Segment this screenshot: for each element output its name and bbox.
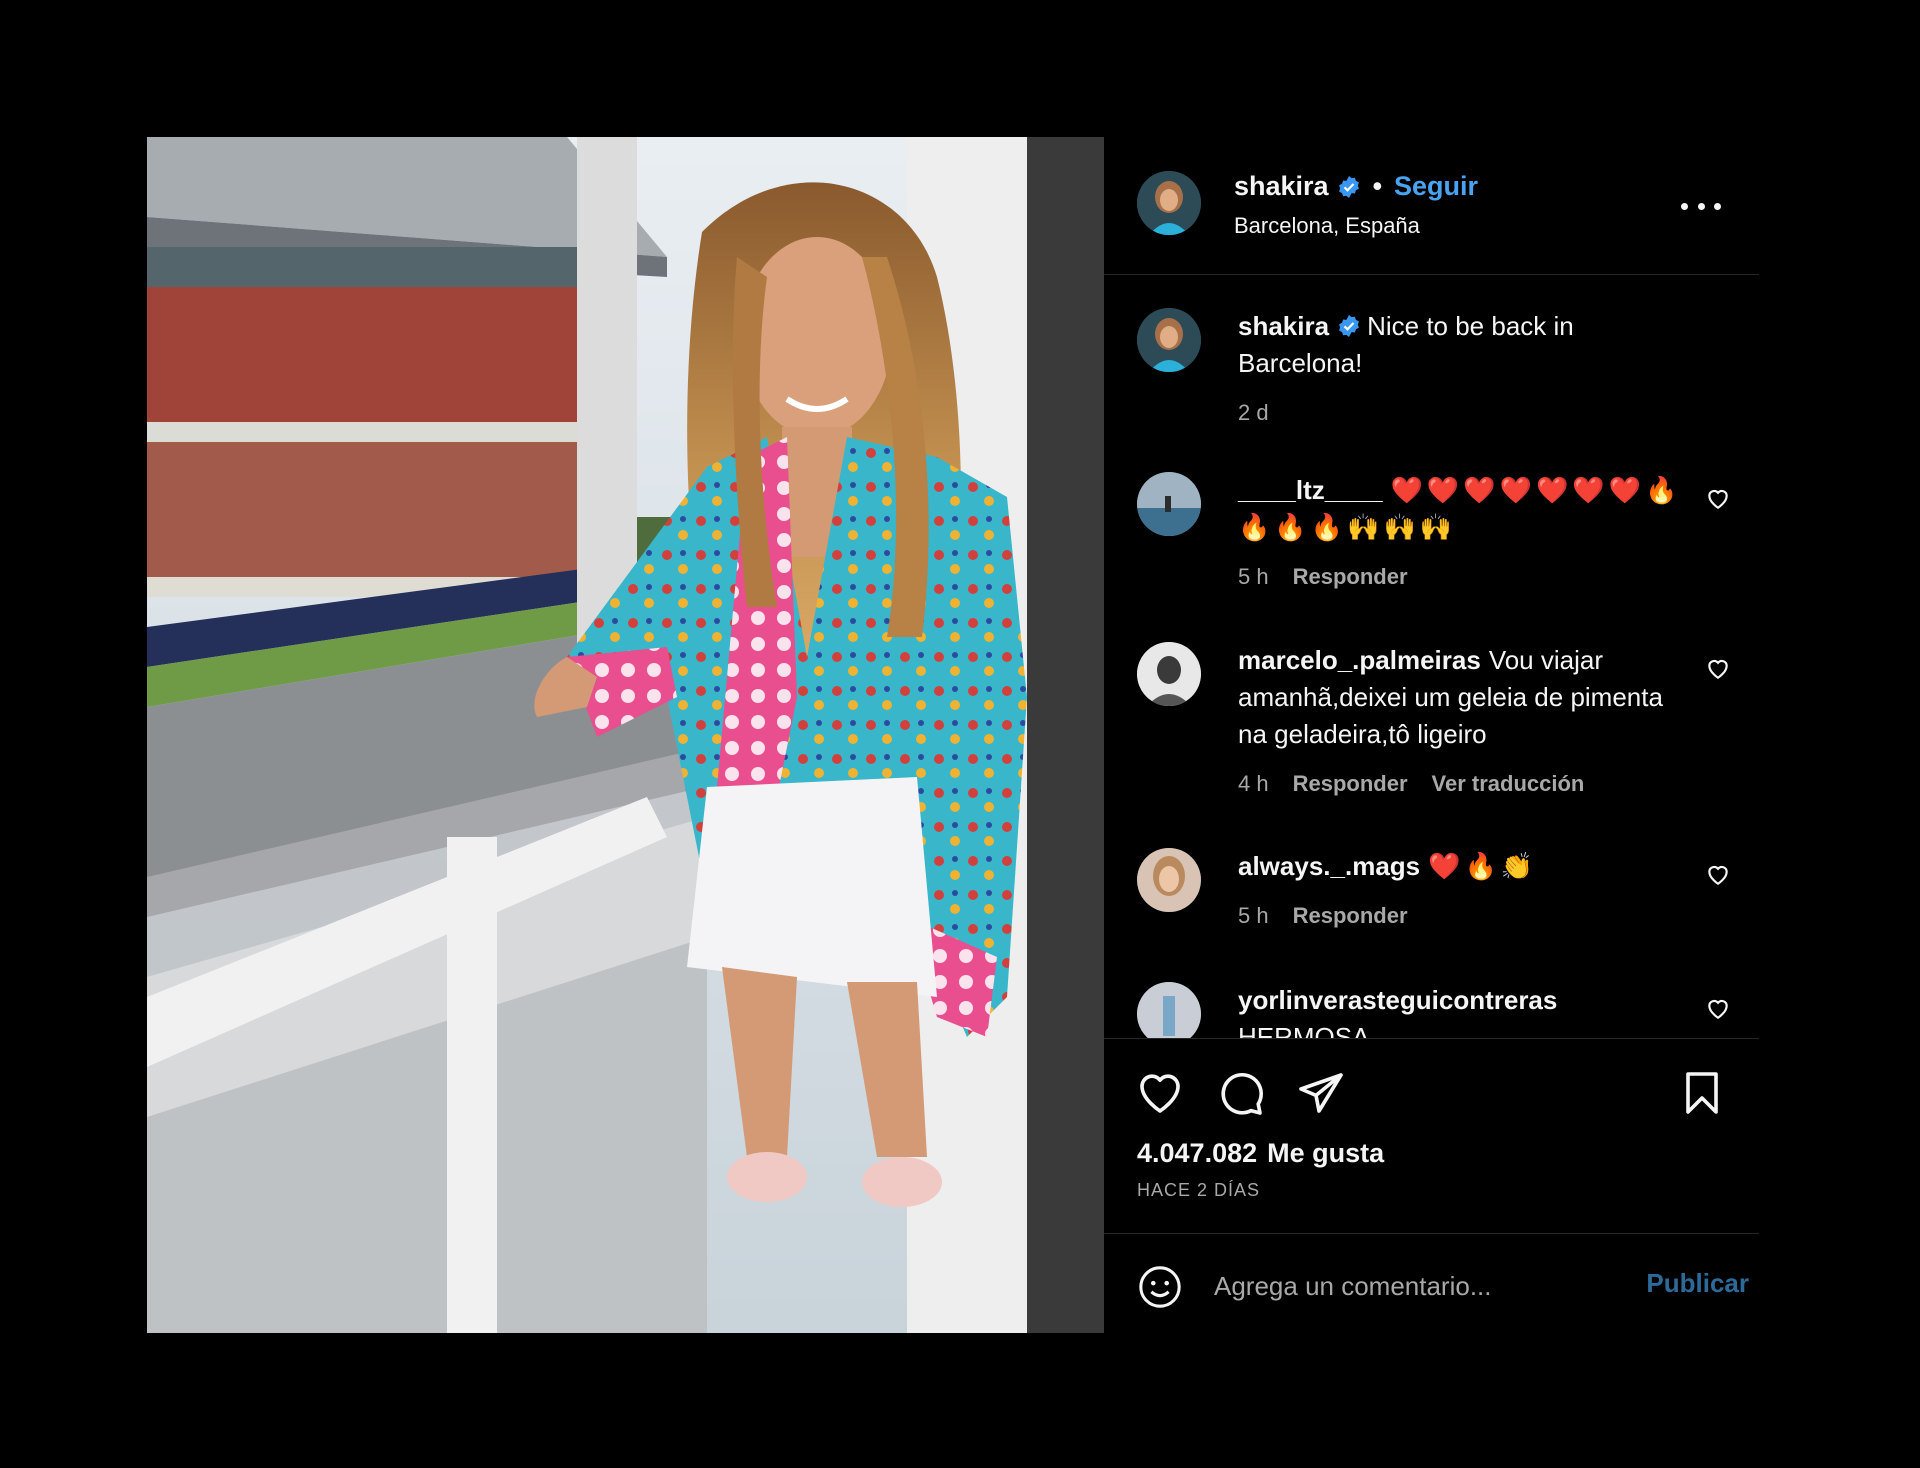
more-icon[interactable] <box>1681 193 1721 219</box>
comment-time[interactable]: 5 h <box>1238 558 1269 595</box>
add-comment-bar: Publicar <box>1104 1234 1759 1333</box>
post-header: shakira • Seguir Barcelona, España <box>1104 137 1759 275</box>
comment-username[interactable]: always._.mags <box>1238 851 1420 881</box>
reply-button[interactable]: Responder <box>1293 897 1408 934</box>
comment-icon[interactable] <box>1217 1069 1265 1117</box>
translate-button[interactable]: Ver traducción <box>1432 765 1585 802</box>
comments-list[interactable]: shakira Nice to be back in Barcelona! 2 d… <box>1104 276 1759 1038</box>
comment-like-heart-icon[interactable] <box>1705 996 1731 1020</box>
more-dot <box>1681 202 1688 210</box>
avatar-image <box>1137 642 1201 706</box>
comment-username[interactable]: marcelo_.palmeiras <box>1238 645 1481 675</box>
post-side-panel: shakira • Seguir Barcelona, España shaki… <box>1104 137 1759 1333</box>
comment-text: ❤️🔥👏 <box>1428 851 1538 881</box>
avatar-image <box>1137 472 1201 536</box>
post-image <box>147 137 1104 1333</box>
avatar-image <box>1137 308 1201 372</box>
comment-avatar[interactable] <box>1137 848 1201 912</box>
avatar-image <box>1137 982 1201 1038</box>
avatar-image <box>1137 848 1201 912</box>
author-line: shakira • Seguir <box>1234 171 1478 202</box>
comment-meta: 5 h Responder <box>1238 558 1698 595</box>
comment-avatar[interactable] <box>1137 642 1201 706</box>
comment-body: ____ltz____ ❤️❤️❤️❤️❤️❤️❤️🔥🔥🔥🔥🙌🙌🙌 5 h Res… <box>1238 472 1698 595</box>
more-dot <box>1697 202 1705 210</box>
comment-body: marcelo_.palmeiras Vou viajar amanhã,deix… <box>1238 642 1698 802</box>
post-timestamp[interactable]: HACE 2 DÍAS <box>1137 1180 1260 1201</box>
comment-meta: 4 h Responder Ver traducción <box>1238 765 1698 802</box>
comment-body: always._.mags ❤️🔥👏 5 h Responder <box>1238 848 1698 934</box>
comment-like-heart-icon[interactable] <box>1705 862 1731 886</box>
caption-body: shakira Nice to be back in Barcelona! 2 d <box>1238 308 1698 431</box>
author-username[interactable]: shakira <box>1234 171 1329 202</box>
comment-time[interactable]: 5 h <box>1238 897 1269 934</box>
comment-meta: 5 h Responder <box>1238 897 1698 934</box>
comment-time[interactable]: 4 h <box>1238 765 1269 802</box>
comment-username[interactable]: yorlinverasteguicontreras <box>1238 985 1557 1015</box>
verified-badge-icon <box>1338 175 1359 198</box>
smile-icon[interactable] <box>1137 1264 1183 1310</box>
separator-dot: • <box>1372 171 1383 201</box>
comment-avatar[interactable] <box>1137 982 1201 1038</box>
author-avatar[interactable] <box>1137 171 1201 235</box>
reply-button[interactable]: Responder <box>1293 765 1408 802</box>
verified-badge-icon <box>1339 315 1359 337</box>
caption-avatar[interactable] <box>1137 308 1201 372</box>
comment-avatar[interactable] <box>1137 472 1201 536</box>
follow-button[interactable]: Seguir <box>1394 171 1478 202</box>
heart-icon[interactable] <box>1136 1069 1184 1117</box>
caption-meta: 2 d <box>1238 394 1698 431</box>
comment-username[interactable]: ____ltz____ <box>1238 475 1383 505</box>
comment-text: HERMOSA <box>1238 1022 1370 1038</box>
bookmark-icon[interactable] <box>1678 1069 1726 1117</box>
publish-button[interactable]: Publicar <box>1646 1268 1749 1299</box>
comment-like-heart-icon[interactable] <box>1705 486 1731 510</box>
post-photo[interactable] <box>147 137 1104 1333</box>
post-location[interactable]: Barcelona, España <box>1234 213 1420 239</box>
likes-label: Me gusta <box>1267 1138 1385 1168</box>
caption-time[interactable]: 2 d <box>1238 394 1269 431</box>
send-icon[interactable] <box>1297 1069 1345 1117</box>
likes-count[interactable]: 4.047.082 Me gusta <box>1137 1138 1384 1169</box>
avatar-image <box>1137 171 1201 235</box>
comment-input[interactable] <box>1214 1260 1614 1312</box>
comment-body: yorlinverasteguicontreras HERMOSA <box>1238 982 1698 1038</box>
likes-number: 4.047.082 <box>1137 1138 1258 1168</box>
comment-like-heart-icon[interactable] <box>1705 656 1731 680</box>
more-dot <box>1714 202 1721 210</box>
reply-button[interactable]: Responder <box>1293 558 1408 595</box>
caption-username[interactable]: shakira <box>1238 311 1329 341</box>
post-actions: 4.047.082 Me gusta HACE 2 DÍAS <box>1104 1038 1759 1234</box>
